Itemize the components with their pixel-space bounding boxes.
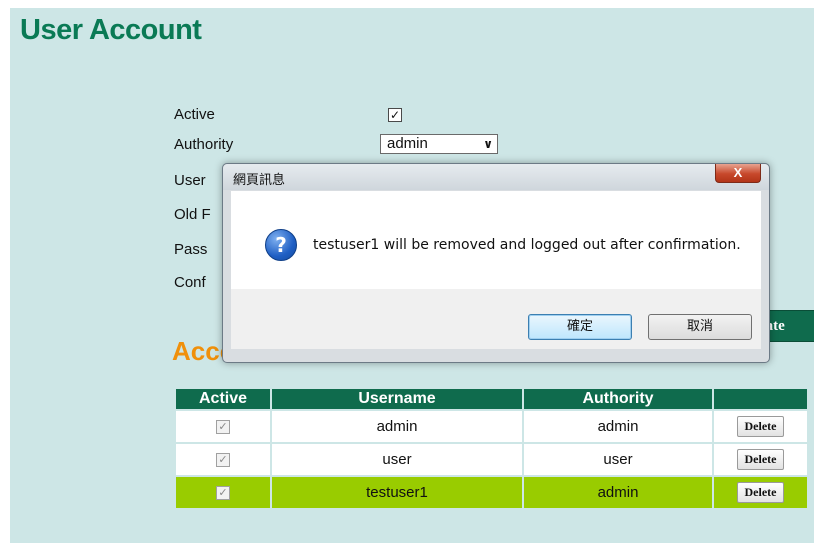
delete-button[interactable]: Delete [736,449,785,470]
column-header-username: Username [272,389,522,409]
table-row-selected: ✓ testuser1 admin Delete [176,477,807,508]
dialog-body: ? testuser1 will be removed and logged o… [231,191,761,289]
table-row: ✓ admin admin Delete [176,411,807,442]
account-table: Active Username Authority ✓ admin admin … [174,387,809,510]
row-username: testuser1 [272,477,522,508]
row-active-checkbox: ✓ [216,486,230,501]
close-button[interactable]: X [715,164,761,183]
authority-select[interactable]: admin ∨ [380,134,498,154]
confirm-dialog: 網頁訊息 X ? testuser1 will be removed and l… [222,163,770,363]
column-header-authority: Authority [524,389,712,409]
cancel-button[interactable]: 取消 [648,314,752,340]
username-label: User [174,172,206,189]
row-username: user [272,444,522,475]
close-icon: X [733,165,743,180]
dialog-message: testuser1 will be removed and logged out… [313,237,741,253]
ok-button[interactable]: 確定 [528,314,632,340]
authority-label: Authority [174,136,234,153]
old-password-label: Old F [174,206,211,223]
row-authority: user [524,444,712,475]
password-label: Pass [174,241,208,258]
page-title: User Account [20,14,202,46]
confirm-password-label: Conf [174,274,206,291]
table-header-row: Active Username Authority [176,389,807,409]
question-icon: ? [265,229,297,261]
dialog-footer: 確定 取消 [231,289,761,349]
delete-button[interactable]: Delete [736,416,785,437]
row-authority: admin [524,411,712,442]
active-label: Active [174,106,215,123]
user-account-page: User Account Active ✓ Authority admin ∨ … [10,8,814,543]
dialog-title: 網頁訊息 [233,173,286,188]
row-active-checkbox: ✓ [216,453,230,468]
chevron-down-icon: ∨ [483,137,493,151]
authority-select-value: admin [387,135,428,152]
column-header-active: Active [176,389,270,409]
row-active-checkbox: ✓ [216,420,230,435]
row-username: admin [272,411,522,442]
delete-button[interactable]: Delete [736,482,785,503]
table-row: ✓ user user Delete [176,444,807,475]
dialog-titlebar[interactable]: 網頁訊息 X [223,164,769,190]
row-authority: admin [524,477,712,508]
active-checkbox[interactable]: ✓ [388,108,402,122]
column-header-action [714,389,807,409]
